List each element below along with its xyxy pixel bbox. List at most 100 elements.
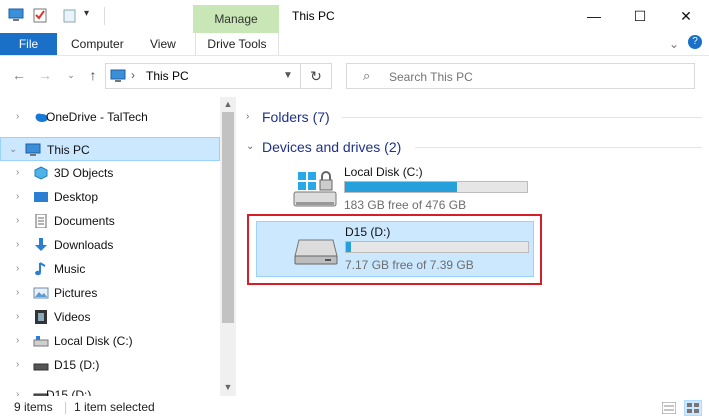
expand-chevron-icon[interactable]: › — [16, 233, 26, 257]
highlight-box — [247, 214, 542, 285]
scroll-down-icon[interactable]: ▼ — [220, 380, 236, 394]
sidebar-item-videos[interactable]: › Videos — [0, 305, 220, 329]
expand-chevron-icon[interactable]: › — [16, 383, 26, 396]
scrollbar-thumb[interactable] — [222, 112, 234, 323]
sidebar-item-label: OneDrive - TalTech — [46, 110, 148, 124]
recent-locations-icon[interactable]: ⌄ — [62, 66, 80, 84]
expand-chevron-icon[interactable]: › — [16, 209, 26, 233]
drive-usage-bar — [344, 181, 528, 193]
address-dropdown-icon[interactable]: ▼ — [278, 64, 298, 88]
divider — [104, 7, 105, 25]
expand-chevron-icon[interactable]: › — [16, 305, 26, 329]
drive-icon — [33, 336, 49, 347]
sidebar-item-d15-d-removable[interactable]: › D15 (D:) — [0, 383, 220, 396]
sidebar-item-label: Documents — [54, 214, 115, 228]
status-item-count: 9 items — [14, 400, 53, 414]
documents-icon — [35, 214, 47, 228]
collapse-chevron-icon[interactable]: ⌄ — [9, 138, 19, 162]
sidebar-item-label: Music — [54, 262, 86, 276]
tab-drive-tools[interactable]: Drive Tools — [195, 33, 279, 55]
ribbon-tabs: File Computer View Drive Tools ⌄ ? — [0, 33, 709, 56]
help-button[interactable]: ? — [688, 35, 702, 49]
drive-icon — [33, 363, 49, 371]
collapse-chevron-icon[interactable]: ⌄ — [246, 136, 254, 158]
expand-chevron-icon[interactable]: › — [246, 106, 249, 128]
sidebar-item-label: Downloads — [54, 238, 114, 252]
window-title: This PC — [292, 9, 335, 23]
drive-name: Local Disk (C:) — [344, 165, 423, 179]
back-arrow-icon[interactable]: ← — [10, 66, 28, 84]
sidebar-item-label: Pictures — [54, 286, 98, 300]
tab-manage[interactable]: Manage — [193, 5, 279, 33]
sidebar-item-onedrive[interactable]: › OneDrive - TalTech — [0, 105, 220, 129]
scroll-up-icon[interactable]: ▲ — [220, 97, 236, 111]
sidebar-item-music[interactable]: › Music — [0, 257, 220, 281]
sidebar-item-pictures[interactable]: › Pictures — [0, 281, 220, 305]
group-divider — [415, 147, 702, 148]
navigation-pane: › OneDrive - TalTech ⌄ This PC › 3D Obje… — [0, 97, 236, 396]
collapse-ribbon-icon[interactable]: ⌄ — [669, 33, 679, 55]
sidebar-item-3d-objects[interactable]: › 3D Objects — [0, 161, 220, 185]
title-bar: ▾ Manage This PC — ☐ ✕ — [0, 0, 709, 33]
address-bar[interactable]: › This PC ▼ ↻ — [105, 63, 332, 89]
sidebar-item-label: D15 (D:) — [54, 358, 100, 372]
sidebar-item-label: Videos — [54, 310, 91, 324]
sidebar-item-local-disk-c[interactable]: › Local Disk (C:) — [0, 329, 220, 353]
minimize-button[interactable]: — — [571, 0, 617, 32]
maximize-button[interactable]: ☐ — [617, 0, 663, 32]
expand-chevron-icon[interactable]: › — [16, 353, 26, 377]
navigation-bar: ← → ⌄ ↑ › This PC ▼ ↻ ⌕ — [0, 56, 709, 96]
expand-chevron-icon[interactable]: › — [16, 329, 26, 353]
computer-icon — [25, 143, 41, 156]
expand-chevron-icon[interactable]: › — [16, 105, 26, 129]
tab-computer[interactable]: Computer — [71, 33, 124, 55]
sidebar-item-label: Local Disk (C:) — [54, 334, 133, 348]
expand-chevron-icon[interactable]: › — [16, 281, 26, 305]
desktop-folder-icon — [34, 192, 48, 202]
close-button[interactable]: ✕ — [663, 0, 709, 32]
drive-usage-fill — [345, 182, 457, 192]
sidebar-item-documents[interactable]: › Documents — [0, 209, 220, 233]
film-icon — [35, 310, 47, 324]
windows-drive-icon — [293, 171, 337, 207]
quick-access-dropdown-icon[interactable]: ▾ — [84, 8, 89, 19]
refresh-button[interactable]: ↻ — [300, 64, 331, 88]
tab-view[interactable]: View — [150, 33, 176, 55]
breadcrumb-this-pc[interactable]: This PC — [146, 69, 189, 83]
sidebar-scrollbar[interactable]: ▲ ▼ — [220, 97, 236, 396]
sidebar-item-downloads[interactable]: › Downloads — [0, 233, 220, 257]
search-box[interactable]: ⌕ — [346, 63, 695, 89]
divider — [65, 402, 66, 414]
sidebar-item-label: D15 (D:) — [46, 388, 92, 396]
computer-icon — [110, 69, 126, 82]
forward-arrow-icon[interactable]: → — [36, 66, 54, 84]
details-view-icon[interactable] — [662, 402, 676, 414]
search-icon: ⌕ — [363, 68, 371, 83]
group-header-label: Devices and drives (2) — [262, 139, 402, 155]
properties-checkmark-icon[interactable] — [32, 7, 48, 23]
large-icons-view-icon[interactable] — [684, 400, 702, 416]
drive-free-space: 183 GB free of 476 GB — [344, 198, 467, 212]
download-arrow-icon — [35, 238, 47, 251]
status-bar: 9 items 1 item selected — [0, 396, 709, 420]
pictures-icon — [33, 287, 49, 299]
sidebar-item-label: Desktop — [54, 190, 99, 204]
expand-chevron-icon[interactable]: › — [16, 257, 26, 281]
cube-icon — [34, 166, 48, 180]
computer-icon — [8, 8, 24, 21]
sidebar-item-this-pc[interactable]: ⌄ This PC — [0, 137, 220, 161]
new-folder-icon[interactable] — [62, 7, 78, 23]
expand-chevron-icon[interactable]: › — [16, 185, 26, 209]
expand-chevron-icon[interactable]: › — [16, 161, 26, 185]
group-divider — [342, 117, 702, 118]
drive-tile-local-disk-c[interactable]: Local Disk (C:) 183 GB free of 476 GB — [256, 162, 534, 218]
search-input[interactable] — [387, 67, 681, 87]
sidebar-item-desktop[interactable]: › Desktop — [0, 185, 220, 209]
sidebar-item-d15-d[interactable]: › D15 (D:) — [0, 353, 220, 377]
sidebar-item-label: 3D Objects — [54, 166, 114, 180]
sidebar-item-label: This PC — [47, 143, 90, 157]
tab-file[interactable]: File — [0, 33, 57, 55]
up-arrow-icon[interactable]: ↑ — [84, 66, 102, 84]
status-selection: 1 item selected — [74, 400, 155, 414]
breadcrumb-separator[interactable]: › — [131, 68, 135, 82]
